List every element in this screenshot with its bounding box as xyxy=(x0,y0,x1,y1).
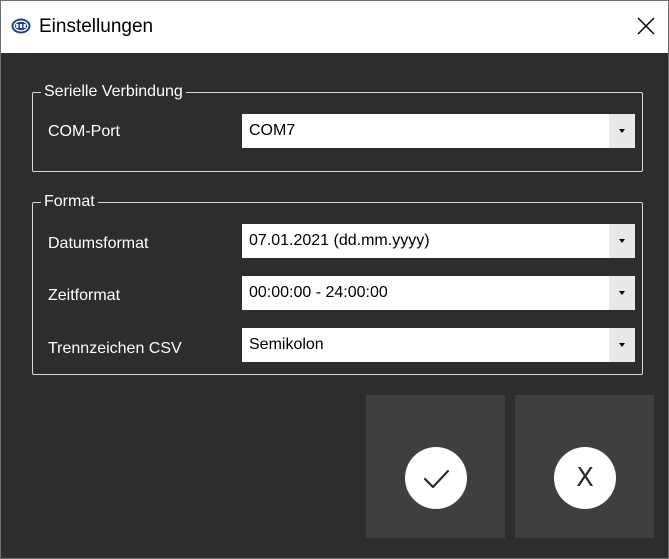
window-title: Einstellungen xyxy=(39,16,154,37)
com-port-select[interactable]: COM7 xyxy=(242,114,635,148)
title-bar: Einstellungen xyxy=(1,1,668,53)
time-format-select[interactable]: 00:00:00 - 24:00:00 xyxy=(242,276,635,310)
time-format-label: Zeitformat xyxy=(48,287,121,304)
date-format-dropdown-button[interactable] xyxy=(609,224,635,258)
settings-window: Einstellungen Serielle Verbindung COM-Po… xyxy=(0,0,669,559)
close-icon[interactable] xyxy=(635,15,657,37)
chevron-down-icon xyxy=(619,343,625,347)
time-format-dropdown-button[interactable] xyxy=(609,276,635,310)
chevron-down-icon xyxy=(619,239,625,243)
date-format-label: Datumsformat xyxy=(48,235,149,252)
com-port-value: COM7 xyxy=(249,122,296,139)
com-port-dropdown-button[interactable] xyxy=(609,114,635,148)
csv-separator-label: Trennzeichen CSV xyxy=(48,340,182,357)
chevron-down-icon xyxy=(619,129,625,133)
date-format-select[interactable]: 07.01.2021 (dd.mm.yyyy) xyxy=(242,224,635,258)
x-icon: X xyxy=(554,447,616,509)
csv-separator-value: Semikolon xyxy=(249,336,324,353)
csv-separator-select[interactable]: Semikolon xyxy=(242,328,635,362)
checkmark-icon xyxy=(405,447,467,509)
time-format-value: 00:00:00 - 24:00:00 xyxy=(249,284,388,301)
chevron-down-icon xyxy=(619,291,625,295)
com-port-label: COM-Port xyxy=(48,123,120,140)
pce-logo-icon xyxy=(11,18,31,34)
format-legend: Format xyxy=(41,192,98,212)
ok-button[interactable] xyxy=(366,395,505,538)
date-format-value: 07.01.2021 (dd.mm.yyyy) xyxy=(249,232,430,249)
serial-connection-legend: Serielle Verbindung xyxy=(41,82,186,102)
csv-separator-dropdown-button[interactable] xyxy=(609,328,635,362)
cancel-glyph: X xyxy=(576,463,594,493)
cancel-button[interactable]: X xyxy=(515,395,654,538)
